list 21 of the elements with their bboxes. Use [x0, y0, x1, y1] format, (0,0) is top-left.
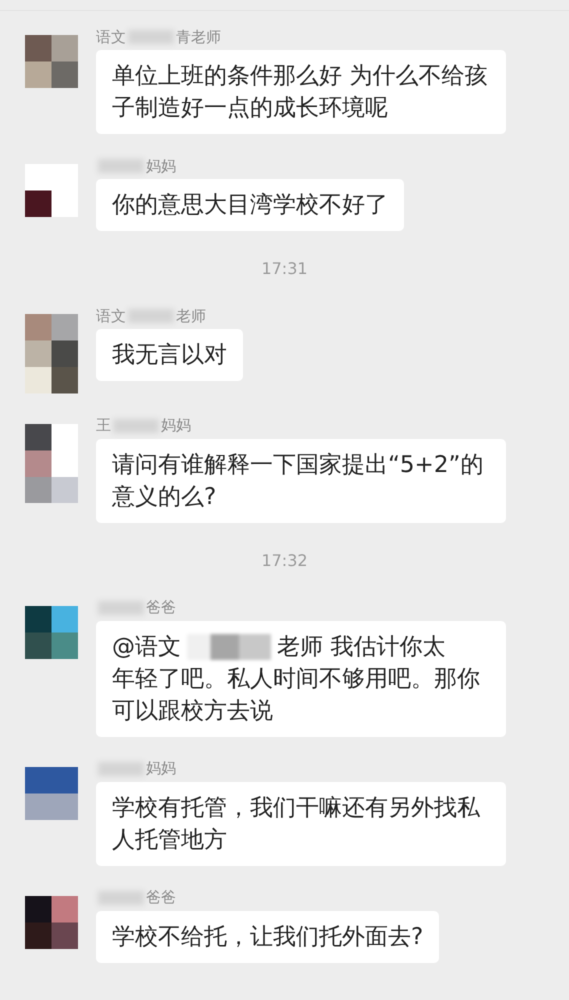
message-text: 学校有托管，我们干嘛还有另外找私人托管地方 [112, 794, 481, 854]
sender-name: 青老师 [176, 28, 221, 46]
message-text: 我无言以对 [112, 341, 227, 370]
message-text: @语文 [112, 632, 181, 662]
message-text: 老师 我估计你太 [277, 632, 446, 662]
timestamp: 17:31 [261, 259, 308, 278]
sender-name: 爸爸 [146, 598, 176, 617]
sender-name: 语文 [96, 306, 126, 326]
message-text: 单位上班的条件那么好 为什么不给孩子制造好一点的成长环境呢 [112, 62, 488, 123]
sender-name: 老师 [176, 306, 206, 326]
timestamp: 17:32 [261, 550, 308, 570]
sender-name: 妈妈 [161, 416, 191, 435]
sender-name: 语文 [96, 28, 126, 46]
sender-name: 妈妈 [146, 156, 176, 176]
sender-name: 爸爸 [146, 888, 176, 907]
message-text: 请问有谁解释一下国家提出“5+2”的意义的么? [112, 450, 484, 512]
message-text: 学校不给托，让我们托外面去? [112, 922, 424, 952]
sender-name: 妈妈 [146, 759, 176, 778]
sender-name: 王 [96, 416, 111, 435]
message-text: 年轻了吧。私人时间不够用吧。那你可以跟校方去说 [112, 664, 481, 726]
message-text: 你的意思大目湾学校不好了 [112, 191, 388, 220]
